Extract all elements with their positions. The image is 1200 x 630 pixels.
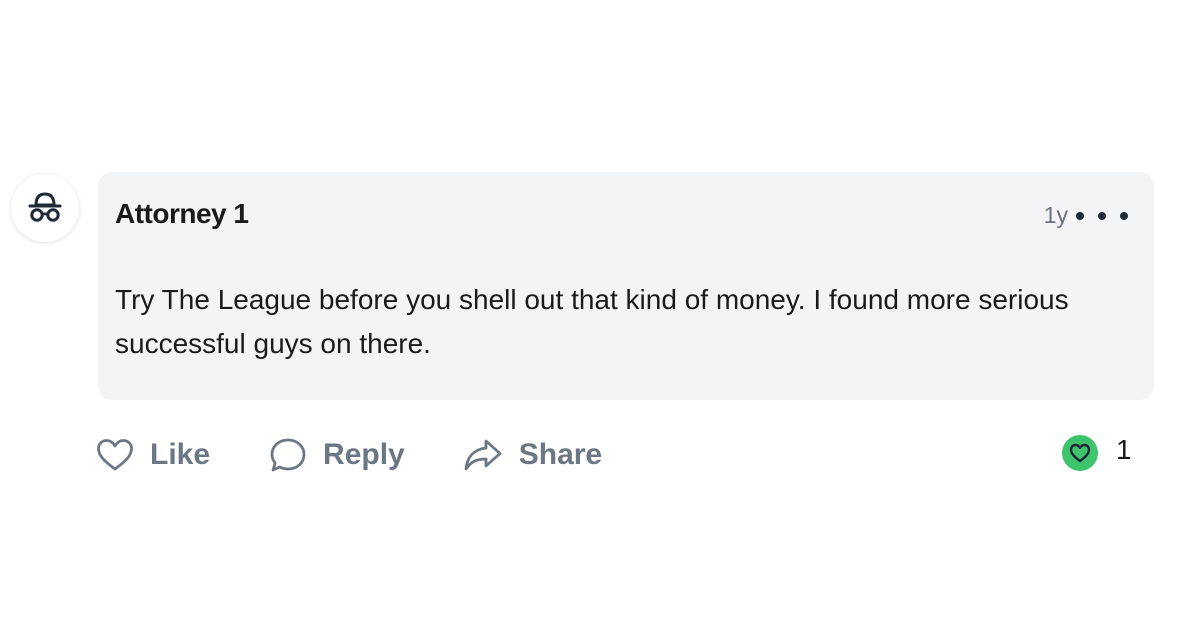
ellipsis-icon: [1076, 212, 1084, 220]
like-button[interactable]: Like: [96, 438, 210, 472]
speech-bubble-icon: [269, 437, 323, 473]
reply-label: Reply: [323, 438, 405, 471]
reply-button[interactable]: Reply: [269, 437, 405, 473]
share-button[interactable]: Share: [463, 438, 602, 472]
incognito-icon: [25, 188, 65, 228]
comment-bubble: Attorney 1 1y Try The League before you …: [98, 172, 1154, 400]
timestamp: 1y: [1043, 202, 1068, 228]
avatar[interactable]: [11, 174, 79, 242]
like-label: Like: [150, 438, 211, 471]
author-name[interactable]: Attorney 1: [115, 198, 249, 230]
ellipsis-icon: [1120, 212, 1128, 220]
reaction-summary[interactable]: 1: [1062, 432, 1132, 474]
comment-card: Attorney 1 1y Try The League before you …: [0, 0, 1200, 630]
share-label: Share: [518, 438, 603, 471]
more-options-button[interactable]: [1076, 202, 1128, 230]
comment-actions: Like Reply Share: [96, 432, 602, 478]
reaction-count: 1: [1116, 434, 1132, 465]
heart-outline-icon: [96, 438, 150, 472]
ellipsis-icon: [1098, 212, 1106, 220]
heart-filled-icon: [1062, 435, 1098, 471]
comment-body: Try The League before you shell out that…: [115, 284, 1069, 359]
share-arrow-icon: [463, 438, 519, 472]
